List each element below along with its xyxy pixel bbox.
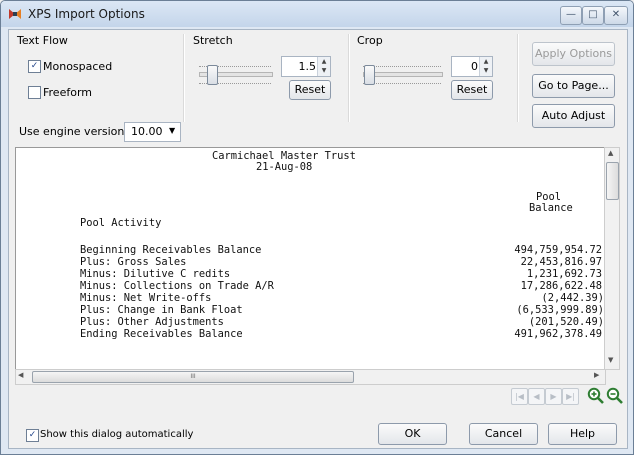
crop-reset-label: Reset xyxy=(456,83,488,96)
crop-slider-track[interactable] xyxy=(363,72,443,77)
freeform-checkbox[interactable] xyxy=(28,86,41,99)
cancel-label: Cancel xyxy=(484,427,523,440)
scroll-down-icon[interactable]: ▼ xyxy=(608,356,613,364)
apply-options-label: Apply Options xyxy=(535,47,612,60)
next-page-button[interactable]: ▶ xyxy=(545,388,562,405)
go-to-page-label: Go to Page... xyxy=(538,79,609,92)
stretch-value[interactable]: 1.5 xyxy=(299,60,317,73)
ok-button[interactable]: OK xyxy=(378,423,447,445)
freeform-label[interactable]: Freeform xyxy=(43,86,92,99)
ok-label: OK xyxy=(404,427,421,440)
minimize-icon: — xyxy=(566,9,576,20)
monospaced-checkbox[interactable]: ✓ xyxy=(28,60,41,73)
row-label: Plus: Change in Bank Float xyxy=(80,304,243,316)
row-label: Ending Receivables Balance xyxy=(80,328,243,340)
first-page-button[interactable]: |◀ xyxy=(511,388,528,405)
column-header-balance: Balance xyxy=(529,202,573,214)
preview-pane[interactable]: Carmichael Master Trust 21-Aug-08 Pool B… xyxy=(15,147,605,370)
engine-version-select[interactable]: 10.00 ▼ xyxy=(124,122,181,142)
help-label: Help xyxy=(569,427,596,440)
group-divider xyxy=(517,34,519,122)
row-value: 491,962,378.49 xyxy=(514,328,602,340)
chevron-down-icon[interactable]: ▼ xyxy=(169,126,175,135)
close-icon: ✕ xyxy=(611,9,621,20)
row-value: 22,453,816.97 xyxy=(520,256,602,268)
last-page-icon: ▶| xyxy=(566,392,575,401)
stretch-label: Stretch xyxy=(193,34,233,47)
maximize-icon: □ xyxy=(588,9,598,20)
maximize-button[interactable]: □ xyxy=(582,6,604,25)
row-value: (2,442.39) xyxy=(541,292,604,304)
engine-version-value[interactable]: 10.00 xyxy=(131,125,163,138)
crop-reset-button[interactable]: Reset xyxy=(451,80,493,100)
next-page-icon: ▶ xyxy=(550,392,557,401)
show-dialog-checkbox[interactable]: ✓ xyxy=(26,429,39,442)
dialog-window: XPS Import Options — □ ✕ Text Flow ✓ Mon… xyxy=(0,0,634,455)
scroll-up-icon[interactable]: ▲ xyxy=(608,149,613,157)
text-flow-label: Text Flow xyxy=(17,34,68,47)
engine-version-label: Use engine version: xyxy=(19,125,129,138)
window-title: XPS Import Options xyxy=(28,7,145,21)
row-value: 1,231,692.73 xyxy=(526,268,602,280)
vertical-scroll-thumb[interactable] xyxy=(606,162,619,200)
crop-label: Crop xyxy=(357,34,383,47)
zoom-out-icon[interactable] xyxy=(606,387,623,404)
title-bar[interactable]: XPS Import Options — □ ✕ xyxy=(1,1,633,27)
previous-page-button[interactable]: ◀ xyxy=(528,388,545,405)
spinner-arrows-icon[interactable]: ▲ ▼ xyxy=(479,57,492,76)
vertical-scrollbar[interactable]: ▲ ▼ xyxy=(604,147,620,370)
scroll-right-icon[interactable]: ▶ xyxy=(594,371,599,379)
zoom-in-icon[interactable] xyxy=(587,387,604,404)
row-label: Beginning Receivables Balance xyxy=(80,244,262,256)
stretch-reset-label: Reset xyxy=(294,83,326,96)
scroll-left-icon[interactable]: ◀ xyxy=(18,371,23,379)
auto-adjust-label: Auto Adjust xyxy=(541,109,606,122)
close-button[interactable]: ✕ xyxy=(604,6,628,25)
spinner-arrows-icon[interactable]: ▲ ▼ xyxy=(317,57,330,76)
show-dialog-label[interactable]: Show this dialog automatically xyxy=(40,429,193,440)
group-divider xyxy=(183,34,185,122)
scroll-grip-icon: III xyxy=(190,373,196,380)
stretch-spinner[interactable]: 1.5 ▲ ▼ xyxy=(281,56,331,77)
monospaced-label[interactable]: Monospaced xyxy=(43,60,112,73)
previous-page-icon: ◀ xyxy=(533,392,540,401)
group-divider xyxy=(348,34,350,122)
last-page-button[interactable]: ▶| xyxy=(562,388,579,405)
apply-options-button[interactable]: Apply Options xyxy=(532,42,615,66)
row-value: (201,520.49) xyxy=(528,316,604,328)
crop-spinner[interactable]: 0 ▲ ▼ xyxy=(451,56,493,77)
cancel-button[interactable]: Cancel xyxy=(469,423,538,445)
row-value: 494,759,954.72 xyxy=(514,244,602,256)
horizontal-scroll-thumb[interactable]: III xyxy=(32,371,354,383)
row-label: Plus: Gross Sales xyxy=(80,256,187,268)
row-value: (6,533,999.89) xyxy=(516,304,604,316)
row-label: Plus: Other Adjustments xyxy=(80,316,224,328)
crop-slider-thumb[interactable] xyxy=(364,65,375,85)
app-icon xyxy=(9,9,21,19)
first-page-icon: |◀ xyxy=(515,392,524,401)
section-heading: Pool Activity xyxy=(80,217,162,229)
auto-adjust-button[interactable]: Auto Adjust xyxy=(532,104,615,128)
document-date: 21-Aug-08 xyxy=(256,161,313,173)
row-label: Minus: Net Write-offs xyxy=(80,292,212,304)
crop-value[interactable]: 0 xyxy=(471,60,478,73)
horizontal-scrollbar[interactable]: ◀ III ▶ xyxy=(15,369,606,385)
stretch-reset-button[interactable]: Reset xyxy=(289,80,331,100)
go-to-page-button[interactable]: Go to Page... xyxy=(532,74,615,98)
row-label: Minus: Collections on Trade A/R xyxy=(80,280,274,292)
row-value: 17,286,622.48 xyxy=(520,280,602,292)
row-label: Minus: Dilutive C redits xyxy=(80,268,231,280)
help-button[interactable]: Help xyxy=(548,423,617,445)
minimize-button[interactable]: — xyxy=(560,6,582,25)
dialog-client: Text Flow ✓ Monospaced Freeform Stretch … xyxy=(8,29,628,449)
stretch-slider-thumb[interactable] xyxy=(207,65,218,85)
